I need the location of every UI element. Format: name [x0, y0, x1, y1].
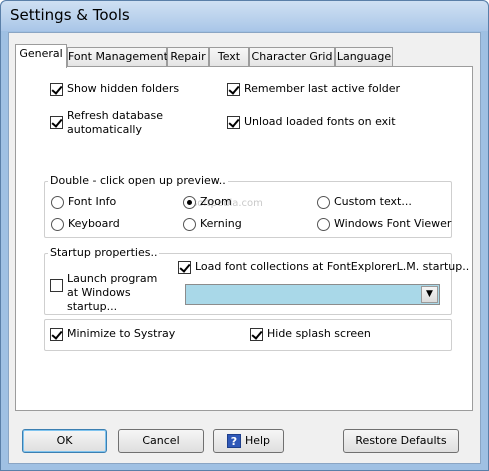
- load-collections-checkbox[interactable]: [178, 261, 191, 274]
- cancel-button[interactable]: Cancel: [118, 429, 204, 453]
- show-hidden-folders-label: Show hidden folders: [67, 82, 180, 95]
- dialog-client-area: General Font Management Repair Text Char…: [8, 32, 481, 464]
- help-button-label: Help: [244, 434, 271, 447]
- tab-character-grid[interactable]: Character Grid: [249, 47, 335, 67]
- help-button[interactable]: ? Help: [213, 429, 284, 453]
- tab-text[interactable]: Text: [209, 47, 249, 67]
- tab-repair[interactable]: Repair: [167, 47, 209, 67]
- hide-splash-label: Hide splash screen: [267, 327, 371, 340]
- show-hidden-folders-checkbox[interactable]: [50, 83, 63, 96]
- tab-general[interactable]: General: [15, 44, 67, 68]
- unload-fonts-option[interactable]: Unload loaded fonts on exit: [227, 115, 396, 129]
- radio-zoom[interactable]: Zoom: [183, 195, 232, 209]
- hide-splash-option[interactable]: Hide splash screen: [250, 327, 371, 341]
- custom-text-label: Custom text...: [334, 195, 412, 208]
- font-info-label: Font Info: [68, 195, 117, 208]
- tab-language[interactable]: Language: [335, 47, 393, 67]
- window-title: Settings & Tools: [10, 6, 130, 24]
- minimize-systray-option[interactable]: Minimize to Systray: [50, 327, 175, 341]
- minimize-systray-checkbox[interactable]: [50, 328, 63, 341]
- preview-group-label: Double - click open up preview..: [48, 174, 228, 187]
- remember-last-folder-option[interactable]: Remember last active folder: [227, 82, 400, 96]
- unload-fonts-checkbox[interactable]: [227, 116, 240, 129]
- help-icon: ?: [226, 434, 241, 448]
- keyboard-radio[interactable]: [51, 218, 64, 231]
- font-info-radio[interactable]: [51, 196, 64, 209]
- refresh-database-checkbox[interactable]: [50, 116, 63, 129]
- load-collections-option[interactable]: Load font collections at FontExplorerL.M…: [178, 260, 469, 274]
- refresh-database-option[interactable]: Refresh database automatically: [50, 109, 177, 137]
- tab-font-management[interactable]: Font Management: [67, 47, 168, 67]
- show-hidden-folders-option[interactable]: Show hidden folders: [50, 82, 179, 96]
- hide-splash-checkbox[interactable]: [250, 328, 263, 341]
- load-collections-label: Load font collections at FontExplorerL.M…: [195, 260, 470, 273]
- radio-font-info[interactable]: Font Info: [51, 195, 116, 209]
- radio-keyboard[interactable]: Keyboard: [51, 217, 120, 231]
- font-collection-dropdown[interactable]: ▼: [185, 284, 440, 305]
- unload-fonts-label: Unload loaded fonts on exit: [244, 115, 396, 128]
- radio-custom-text[interactable]: Custom text...: [317, 195, 412, 209]
- launch-program-checkbox[interactable]: [50, 279, 63, 292]
- remember-last-folder-label: Remember last active folder: [244, 82, 401, 95]
- general-tab-panel: Show hidden folders Remember last active…: [15, 66, 473, 411]
- launch-program-label: Launch program at Windows startup...: [67, 272, 158, 313]
- radio-kerning[interactable]: Kerning: [183, 217, 242, 231]
- ok-button[interactable]: OK: [22, 429, 107, 453]
- chevron-down-icon[interactable]: ▼: [421, 286, 438, 303]
- windows-font-viewer-label: Windows Font Viewer: [334, 217, 452, 230]
- custom-text-radio[interactable]: [317, 196, 330, 209]
- title-bar[interactable]: Settings & Tools: [1, 1, 488, 31]
- restore-defaults-button[interactable]: Restore Defaults: [343, 429, 459, 453]
- zoom-label: Zoom: [200, 195, 232, 208]
- launch-program-option[interactable]: Launch program at Windows startup...: [50, 272, 167, 314]
- remember-last-folder-checkbox[interactable]: [227, 83, 240, 96]
- kerning-radio[interactable]: [183, 218, 196, 231]
- refresh-database-label: Refresh database automatically: [67, 109, 164, 136]
- startup-group-label: Startup properties..: [48, 246, 160, 259]
- zoom-radio[interactable]: [183, 196, 196, 209]
- kerning-label: Kerning: [200, 217, 242, 230]
- keyboard-label: Keyboard: [68, 217, 120, 230]
- windows-font-viewer-radio[interactable]: [317, 218, 330, 231]
- radio-windows-font-viewer[interactable]: Windows Font Viewer: [317, 217, 451, 231]
- settings-window: Settings & Tools General Font Management…: [0, 0, 489, 471]
- minimize-systray-label: Minimize to Systray: [67, 327, 176, 340]
